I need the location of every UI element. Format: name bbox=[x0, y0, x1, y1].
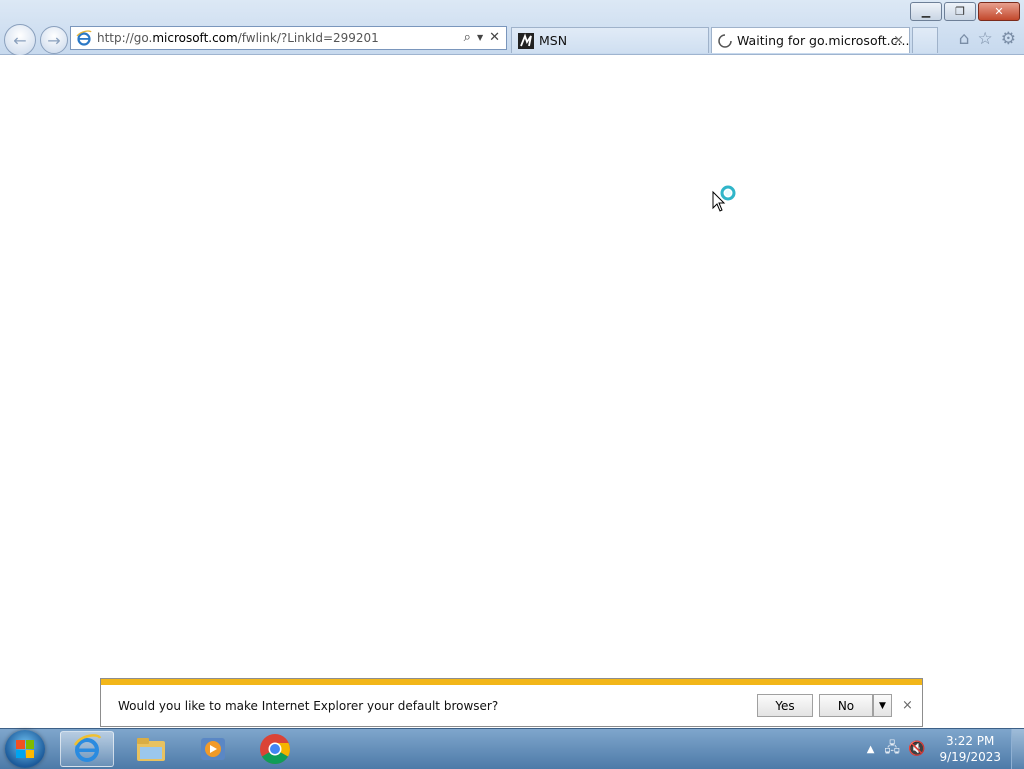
settings-gear-icon[interactable]: ⚙ bbox=[1001, 29, 1016, 49]
taskbar-windows-explorer[interactable] bbox=[124, 731, 178, 767]
taskbar-chrome[interactable] bbox=[248, 731, 302, 767]
address-bar[interactable]: http://go.microsoft.com/fwlink/?LinkId=2… bbox=[70, 26, 507, 50]
folder-icon bbox=[137, 738, 165, 761]
notification-accent-bar bbox=[101, 679, 922, 685]
tab-msn[interactable]: MSN bbox=[511, 27, 709, 53]
close-tab-icon[interactable]: × bbox=[893, 33, 904, 48]
no-options-dropdown-button[interactable]: ▼ bbox=[873, 694, 892, 717]
start-button[interactable] bbox=[5, 730, 45, 768]
yes-button[interactable]: Yes bbox=[757, 694, 813, 717]
minimize-icon: ▁ bbox=[921, 5, 931, 18]
dropdown-arrow-icon[interactable]: ▼ bbox=[477, 33, 483, 42]
page-content bbox=[0, 55, 1024, 727]
show-desktop-button[interactable] bbox=[1011, 729, 1024, 769]
show-hidden-icons-icon[interactable]: ▲ bbox=[867, 744, 875, 755]
volume-muted-icon[interactable]: 🔇 bbox=[908, 741, 925, 757]
taskbar-media-player[interactable] bbox=[186, 731, 240, 767]
windows-logo-icon bbox=[16, 740, 34, 758]
taskbar-internet-explorer[interactable] bbox=[60, 731, 114, 767]
window-controls: ▁ ❐ ✕ bbox=[910, 2, 1020, 21]
internet-explorer-icon bbox=[73, 734, 102, 762]
notification-close-icon[interactable]: × bbox=[902, 698, 913, 713]
back-arrow-icon: ← bbox=[13, 30, 27, 50]
minimize-button[interactable]: ▁ bbox=[910, 2, 942, 21]
address-url[interactable]: http://go.microsoft.com/fwlink/?LinkId=2… bbox=[97, 31, 379, 45]
taskbar: ▲ 🖧 🔇 3:22 PM 9/19/2023 bbox=[0, 728, 1024, 769]
close-window-button[interactable]: ✕ bbox=[978, 2, 1020, 21]
restore-icon: ❐ bbox=[955, 5, 965, 18]
new-tab-button[interactable] bbox=[912, 27, 938, 53]
clock-time: 3:22 PM bbox=[946, 734, 995, 748]
back-button[interactable]: ← bbox=[4, 24, 36, 56]
tab-loading[interactable]: Waiting for go.microsoft.c... × bbox=[711, 27, 910, 53]
busy-cursor-icon bbox=[712, 185, 736, 212]
home-icon[interactable]: ⌂ bbox=[959, 29, 970, 49]
msn-icon bbox=[518, 32, 534, 49]
ie-page-icon bbox=[76, 30, 92, 46]
command-icons: ⌂ ☆ ⚙ bbox=[959, 29, 1016, 49]
restore-button[interactable]: ❐ bbox=[944, 2, 976, 21]
close-icon: ✕ bbox=[994, 5, 1004, 18]
media-player-icon bbox=[201, 738, 225, 760]
default-browser-notification: Would you like to make Internet Explorer… bbox=[100, 678, 923, 727]
no-button[interactable]: No bbox=[819, 694, 873, 717]
loading-spinner-icon bbox=[718, 33, 732, 49]
clock-date: 9/19/2023 bbox=[939, 750, 1001, 764]
forward-button[interactable]: → bbox=[40, 26, 68, 54]
browser-frame: ▁ ❐ ✕ ← → http://go.microsoft.com/fwlink… bbox=[0, 0, 1024, 56]
tab-label: Waiting for go.microsoft.c... bbox=[737, 33, 910, 48]
stop-icon[interactable]: ✕ bbox=[489, 30, 500, 45]
search-icon[interactable]: ⌕ bbox=[464, 30, 471, 45]
chrome-icon bbox=[260, 734, 290, 765]
clock[interactable]: 3:22 PM 9/19/2023 bbox=[939, 733, 1001, 765]
forward-arrow-icon: → bbox=[47, 30, 61, 50]
notification-message: Would you like to make Internet Explorer… bbox=[118, 699, 499, 713]
system-tray: ▲ 🖧 🔇 3:22 PM 9/19/2023 bbox=[867, 729, 1024, 769]
tab-label: MSN bbox=[539, 33, 568, 48]
network-icon[interactable]: 🖧 bbox=[884, 737, 900, 761]
favorites-star-icon[interactable]: ☆ bbox=[978, 29, 993, 49]
dropdown-arrow-icon: ▼ bbox=[879, 700, 886, 711]
